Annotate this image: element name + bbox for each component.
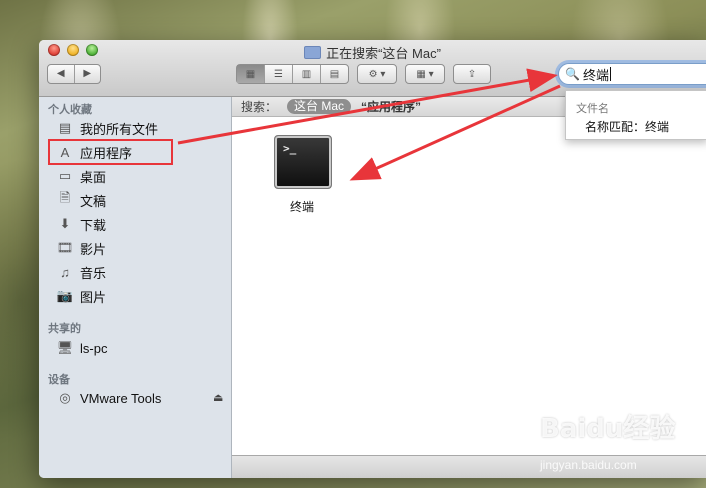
disk-icon: ◎ [59, 390, 71, 405]
sidebar-item-label: VMware Tools [80, 390, 162, 406]
search-folder-icon [304, 46, 322, 59]
sidebar-item-downloads[interactable]: ⬇ 下载 [57, 214, 106, 234]
sidebar-section-devices: 设备 [48, 374, 70, 386]
scope-label: 搜索： [241, 100, 278, 114]
eject-icon[interactable]: ⏏ [213, 391, 223, 404]
title-bar: 正在搜索“这台 Mac” ◀ ▶ ▦ ☰ ▥ ▤ ⚙ ▾ ▦ ▾ ⇪ 🔍 终端 [39, 40, 706, 97]
sidebar-item-label: 图片 [80, 289, 107, 305]
sidebar-item-label: 下载 [80, 217, 107, 233]
sidebar: 个人收藏 ▤ 我的所有文件 A 应用程序 ▭ 桌面 🗎 文稿 ⬇ 下载 🎞 影片 ♫ 音乐 📷… [39, 97, 232, 478]
sidebar-item-ls-pc[interactable]: 🖥 ls-pc [56, 338, 108, 358]
share-button[interactable]: ⇪ [453, 64, 491, 84]
suggestion-header: 文件名 [576, 103, 609, 115]
sidebar-item-label: 音乐 [80, 265, 107, 281]
arrange-menu-button[interactable]: ▦ ▾ [405, 64, 445, 84]
window-title-text: 正在搜索“这台 Mac” [326, 46, 441, 61]
search-suggestions-menu: 文件名 名称匹配：终端 [565, 90, 706, 140]
sidebar-item-pictures[interactable]: 📷 图片 [57, 286, 106, 306]
sidebar-item-documents[interactable]: 🗎 文稿 [57, 190, 106, 210]
music-icon: ♫ [60, 264, 70, 280]
watermark-logo: Baidu经验 [540, 414, 676, 444]
sidebar-item-label: 文稿 [80, 193, 107, 209]
forward-button[interactable]: ▶ [75, 65, 101, 83]
annotation-highlight-box [48, 139, 173, 165]
icon-view-button[interactable]: ▦ [237, 65, 265, 83]
list-view-button[interactable]: ☰ [265, 65, 293, 83]
column-view-button[interactable]: ▥ [293, 65, 321, 83]
text-caret [609, 67, 611, 81]
movies-icon: 🎞 [56, 240, 74, 255]
sidebar-item-label: 我的所有文件 [80, 121, 159, 137]
documents-icon: 🗎 [59, 190, 71, 205]
back-forward-control: ◀ ▶ [47, 64, 101, 84]
view-switcher: ▦ ☰ ▥ ▤ [236, 64, 349, 84]
downloads-icon: ⬇ [59, 216, 71, 231]
sidebar-item-all-files[interactable]: ▤ 我的所有文件 [57, 118, 158, 138]
scope-applications-button[interactable]: “应用程序” [361, 98, 421, 115]
pictures-icon: 📷 [56, 288, 74, 303]
result-item-label[interactable]: 终端 [279, 198, 325, 215]
window-title: 正在搜索“这台 Mac” [39, 43, 706, 62]
sidebar-item-desktop[interactable]: ▭ 桌面 [57, 166, 106, 186]
sidebar-item-music[interactable]: ♫ 音乐 [57, 262, 106, 282]
coverflow-view-button[interactable]: ▤ [321, 65, 348, 83]
terminal-icon[interactable]: >_ [274, 135, 332, 189]
suggestion-item-name-match[interactable]: 名称匹配：终端 [585, 118, 669, 135]
all-files-icon: ▤ [58, 120, 72, 135]
desktop-icon: ▭ [58, 168, 72, 183]
sidebar-item-vmware-tools[interactable]: ◎ VMware Tools [57, 388, 161, 408]
search-icon: 🔍 [565, 67, 580, 81]
watermark-url: jingyan.baidu.com [540, 458, 637, 472]
sidebar-section-shared: 共享的 [48, 323, 81, 335]
sidebar-item-label: 桌面 [80, 169, 107, 185]
sidebar-item-movies[interactable]: 🎞 影片 [57, 238, 106, 258]
sidebar-section-favorites: 个人收藏 [48, 104, 92, 116]
action-menu-button[interactable]: ⚙ ▾ [357, 64, 397, 84]
search-query: 终端 [582, 67, 609, 83]
computer-icon: 🖥 [56, 340, 74, 355]
back-button[interactable]: ◀ [48, 65, 75, 83]
terminal-prompt-glyph: >_ [283, 142, 297, 155]
sidebar-item-label: 影片 [80, 241, 107, 257]
sidebar-item-label: ls-pc [80, 340, 108, 356]
scope-this-mac-button[interactable]: 这台 Mac [287, 99, 352, 114]
sidebar-item-applications[interactable]: A 应用程序 [48, 139, 173, 165]
search-input[interactable]: 🔍 终端 [558, 63, 706, 85]
